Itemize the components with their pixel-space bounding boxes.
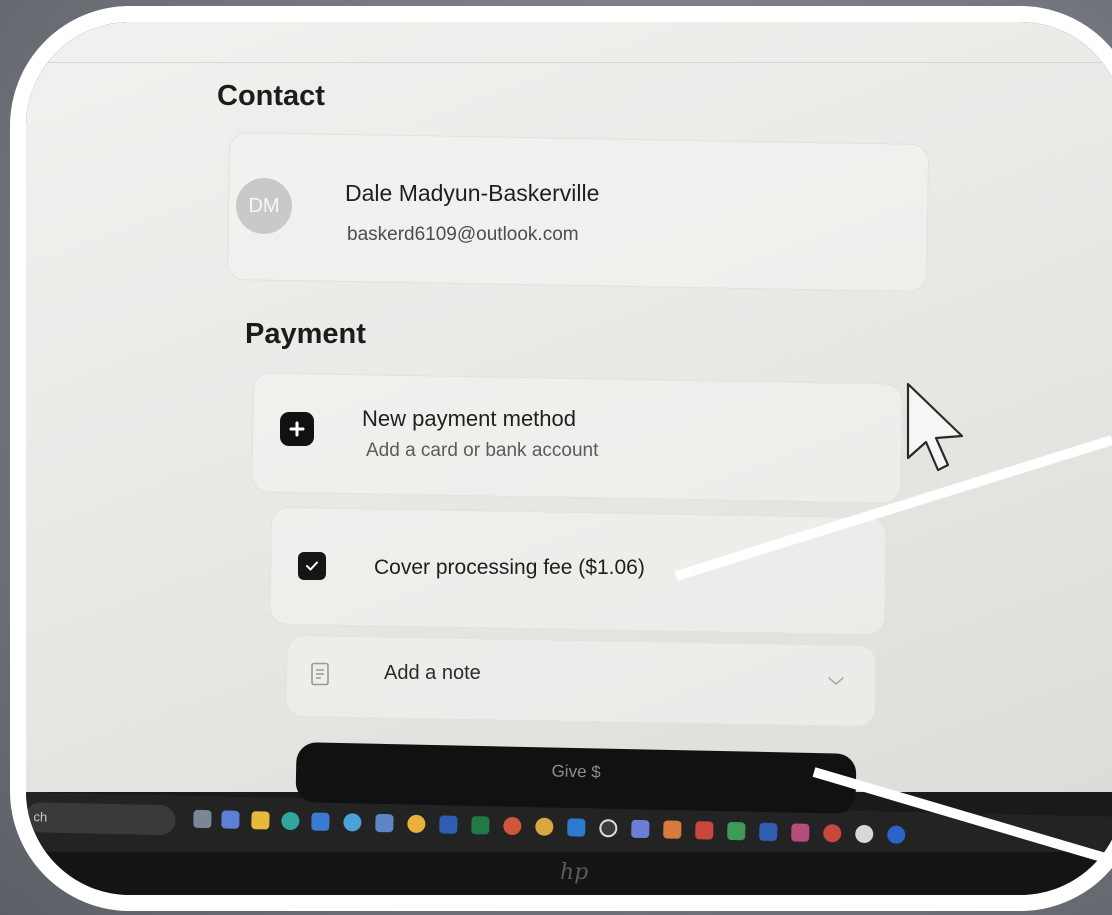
chat-icon[interactable] <box>855 824 874 844</box>
chrome-icon[interactable] <box>407 814 426 834</box>
outlook-icon[interactable] <box>567 818 586 837</box>
chevron-down-icon[interactable] <box>826 674 846 688</box>
add-payment-icon[interactable] <box>280 412 314 446</box>
browser-icon[interactable] <box>343 813 362 832</box>
add-note-label[interactable]: Add a note <box>384 662 481 685</box>
hp-logo: hp <box>560 860 589 885</box>
blue-app-icon[interactable] <box>887 825 906 844</box>
widgets-icon[interactable] <box>193 809 212 829</box>
processing-fee-checkbox[interactable] <box>298 552 326 580</box>
powerpoint-icon[interactable] <box>503 816 522 836</box>
media-player-icon[interactable] <box>599 819 618 838</box>
contact-name: Dale Madyun-Baskerville <box>345 180 600 206</box>
copilot-icon[interactable] <box>221 810 240 829</box>
taskbar-search-box[interactable]: ch <box>26 801 176 836</box>
word-icon[interactable] <box>759 822 778 842</box>
photos-icon[interactable] <box>663 820 682 839</box>
paint-icon[interactable] <box>631 819 650 839</box>
contact-email: baskerd6109@outlook.com <box>347 224 579 245</box>
new-payment-method-subtitle: Add a card or bank account <box>366 440 599 461</box>
photoshop-icon[interactable] <box>791 823 810 842</box>
contact-heading: Contact <box>217 80 325 112</box>
edge-icon[interactable] <box>281 811 300 831</box>
add-note-card[interactable] <box>285 634 877 728</box>
payment-heading: Payment <box>245 318 366 350</box>
new-payment-method-title[interactable]: New payment method <box>362 406 576 432</box>
give-button[interactable]: Give $ <box>295 742 857 814</box>
word-app-icon[interactable] <box>439 815 458 834</box>
slack-icon[interactable] <box>535 817 554 836</box>
note-icon <box>311 662 329 686</box>
divider <box>26 62 1112 63</box>
spreadsheet-icon[interactable] <box>727 821 746 841</box>
excel-icon[interactable] <box>471 816 490 835</box>
new-payment-method-card[interactable] <box>251 372 903 504</box>
mouse-cursor-icon <box>906 382 964 472</box>
mail-icon[interactable] <box>375 813 394 833</box>
contact-card <box>226 131 930 293</box>
store-icon[interactable] <box>311 812 330 831</box>
calendar-icon[interactable] <box>695 821 714 840</box>
c-app-icon[interactable] <box>823 824 842 843</box>
file-explorer-icon[interactable] <box>251 811 270 830</box>
processing-fee-label[interactable]: Cover processing fee ($1.06) <box>374 556 645 580</box>
avatar: DM <box>236 178 292 234</box>
